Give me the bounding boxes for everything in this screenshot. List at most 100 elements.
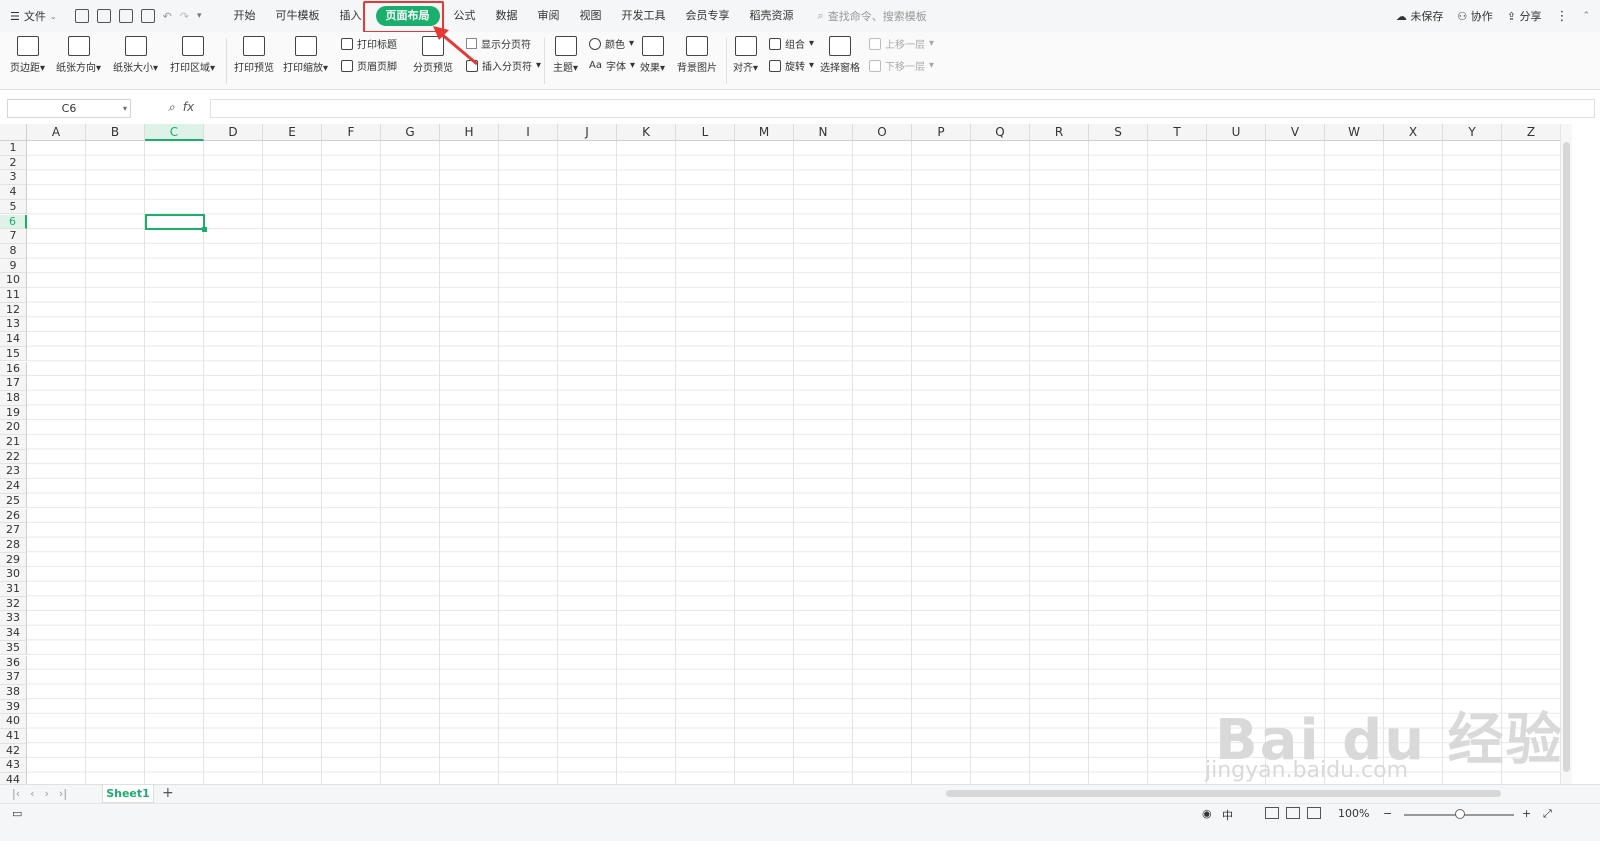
column-header-q[interactable]: Q bbox=[971, 124, 1030, 141]
row-header-29[interactable]: 29 bbox=[0, 552, 27, 568]
row-header-30[interactable]: 30 bbox=[0, 567, 27, 582]
row-header-28[interactable]: 28 bbox=[0, 537, 27, 553]
column-header-t[interactable]: T bbox=[1148, 124, 1207, 141]
effects-button[interactable]: 效果▾ bbox=[640, 36, 665, 74]
background-image-button[interactable]: 背景图片 bbox=[677, 36, 717, 74]
column-header-g[interactable]: G bbox=[381, 124, 440, 141]
row-header-1[interactable]: 1 bbox=[0, 141, 27, 156]
macro-record-icon[interactable]: ▭ bbox=[12, 807, 22, 820]
fx-icon[interactable]: fx bbox=[183, 100, 194, 115]
column-header-h[interactable]: H bbox=[440, 124, 499, 141]
row-header-35[interactable]: 35 bbox=[0, 640, 27, 656]
page-layout-view-icon[interactable] bbox=[1286, 807, 1300, 819]
row-header-4[interactable]: 4 bbox=[0, 185, 27, 200]
vertical-scroll-thumb[interactable] bbox=[1563, 142, 1570, 772]
row-header-39[interactable]: 39 bbox=[0, 699, 27, 715]
align-button[interactable]: 对齐▾ bbox=[733, 36, 758, 74]
normal-view-icon[interactable] bbox=[1265, 807, 1279, 819]
cell-area[interactable] bbox=[27, 141, 1560, 784]
last-sheet-icon[interactable]: ›| bbox=[59, 787, 67, 800]
column-header-v[interactable]: V bbox=[1266, 124, 1325, 141]
column-header-l[interactable]: L bbox=[676, 124, 735, 141]
tab-membership[interactable]: 会员专享 bbox=[676, 6, 740, 26]
column-header-n[interactable]: N bbox=[794, 124, 853, 141]
column-header-y[interactable]: Y bbox=[1443, 124, 1502, 141]
rotate-button[interactable]: 旋转 ▾ bbox=[769, 58, 814, 73]
export-pdf-icon[interactable] bbox=[96, 9, 111, 23]
column-header-b[interactable]: B bbox=[86, 124, 145, 141]
column-header-w[interactable]: W bbox=[1325, 124, 1384, 141]
file-menu-button[interactable]: ☰ 文件 ⌄ bbox=[10, 8, 57, 24]
column-header-s[interactable]: S bbox=[1089, 124, 1148, 141]
row-header-43[interactable]: 43 bbox=[0, 758, 27, 774]
row-header-7[interactable]: 7 bbox=[0, 229, 27, 244]
customize-chevron-icon[interactable]: ▾ bbox=[197, 11, 202, 21]
print-scale-button[interactable]: 打印缩放▾ bbox=[283, 36, 328, 74]
margins-button[interactable]: 页边距▾ bbox=[10, 36, 45, 74]
row-header-8[interactable]: 8 bbox=[0, 243, 27, 259]
column-header-f[interactable]: F bbox=[322, 124, 381, 141]
redo-icon[interactable]: ↷ bbox=[180, 10, 189, 23]
column-header-k[interactable]: K bbox=[617, 124, 676, 141]
zoom-out-button[interactable]: − bbox=[1383, 807, 1392, 820]
next-sheet-icon[interactable]: › bbox=[45, 787, 49, 800]
column-header-z[interactable]: Z bbox=[1502, 124, 1560, 141]
row-header-13[interactable]: 13 bbox=[0, 317, 27, 333]
tab-home[interactable]: 开始 bbox=[224, 6, 266, 26]
column-header-j[interactable]: J bbox=[558, 124, 617, 141]
tab-formulas[interactable]: 公式 bbox=[444, 6, 486, 26]
row-header-40[interactable]: 40 bbox=[0, 714, 27, 729]
row-header-38[interactable]: 38 bbox=[0, 684, 27, 700]
column-header-a[interactable]: A bbox=[27, 124, 86, 141]
prev-sheet-icon[interactable]: ‹ bbox=[30, 787, 34, 800]
zoom-level[interactable]: 100% bbox=[1338, 807, 1369, 820]
print-icon[interactable] bbox=[118, 9, 133, 23]
row-header-31[interactable]: 31 bbox=[0, 582, 27, 597]
name-box[interactable]: C6 ▾ bbox=[7, 99, 131, 118]
input-mode[interactable]: 中 bbox=[1222, 807, 1233, 823]
row-header-44[interactable]: 44 bbox=[0, 773, 27, 784]
column-header-c[interactable]: C bbox=[145, 124, 204, 141]
row-header-21[interactable]: 21 bbox=[0, 435, 27, 450]
column-header-d[interactable]: D bbox=[204, 124, 263, 141]
row-header-25[interactable]: 25 bbox=[0, 493, 27, 509]
row-header-11[interactable]: 11 bbox=[0, 288, 27, 303]
row-header-9[interactable]: 9 bbox=[0, 258, 27, 274]
collaborate-button[interactable]: ⚇ 协作 bbox=[1457, 8, 1492, 24]
row-header-41[interactable]: 41 bbox=[0, 729, 27, 744]
first-sheet-icon[interactable]: |‹ bbox=[12, 787, 20, 800]
row-header-37[interactable]: 37 bbox=[0, 670, 27, 685]
row-header-26[interactable]: 26 bbox=[0, 508, 27, 524]
orientation-button[interactable]: 纸张方向▾ bbox=[56, 36, 101, 74]
row-header-15[interactable]: 15 bbox=[0, 346, 27, 362]
vertical-scrollbar[interactable] bbox=[1560, 124, 1572, 784]
row-header-27[interactable]: 27 bbox=[0, 523, 27, 538]
row-header-10[interactable]: 10 bbox=[0, 273, 27, 288]
row-header-18[interactable]: 18 bbox=[0, 390, 27, 406]
row-header-42[interactable]: 42 bbox=[0, 743, 27, 759]
row-header-32[interactable]: 32 bbox=[0, 596, 27, 612]
column-header-e[interactable]: E bbox=[263, 124, 322, 141]
horizontal-scroll-thumb[interactable] bbox=[946, 790, 1501, 797]
colors-button[interactable]: 颜色 ▾ bbox=[589, 36, 634, 51]
tab-data[interactable]: 数据 bbox=[486, 6, 528, 26]
print-preview-icon[interactable] bbox=[140, 9, 155, 23]
fullscreen-icon[interactable]: ⤢ bbox=[1543, 807, 1552, 821]
column-header-p[interactable]: P bbox=[912, 124, 971, 141]
collapse-ribbon-icon[interactable]: ⌃ bbox=[1582, 11, 1590, 21]
column-header-u[interactable]: U bbox=[1207, 124, 1266, 141]
selection-pane-button[interactable]: 选择窗格 bbox=[820, 36, 860, 74]
row-header-36[interactable]: 36 bbox=[0, 655, 27, 671]
share-button[interactable]: ⇪ 分享 bbox=[1507, 8, 1542, 24]
print-area-button[interactable]: 打印区域▾ bbox=[170, 36, 215, 74]
group-button[interactable]: 组合 ▾ bbox=[769, 36, 814, 51]
row-header-16[interactable]: 16 bbox=[0, 361, 27, 377]
row-header-12[interactable]: 12 bbox=[0, 302, 27, 318]
column-header-m[interactable]: M bbox=[735, 124, 794, 141]
active-cell-cursor[interactable] bbox=[145, 214, 207, 232]
column-header-o[interactable]: O bbox=[853, 124, 912, 141]
eye-protection-icon[interactable]: ◉ bbox=[1202, 807, 1212, 820]
row-header-33[interactable]: 33 bbox=[0, 611, 27, 627]
print-preview-button[interactable]: 打印预览 bbox=[234, 36, 274, 74]
column-header-x[interactable]: X bbox=[1384, 124, 1443, 141]
